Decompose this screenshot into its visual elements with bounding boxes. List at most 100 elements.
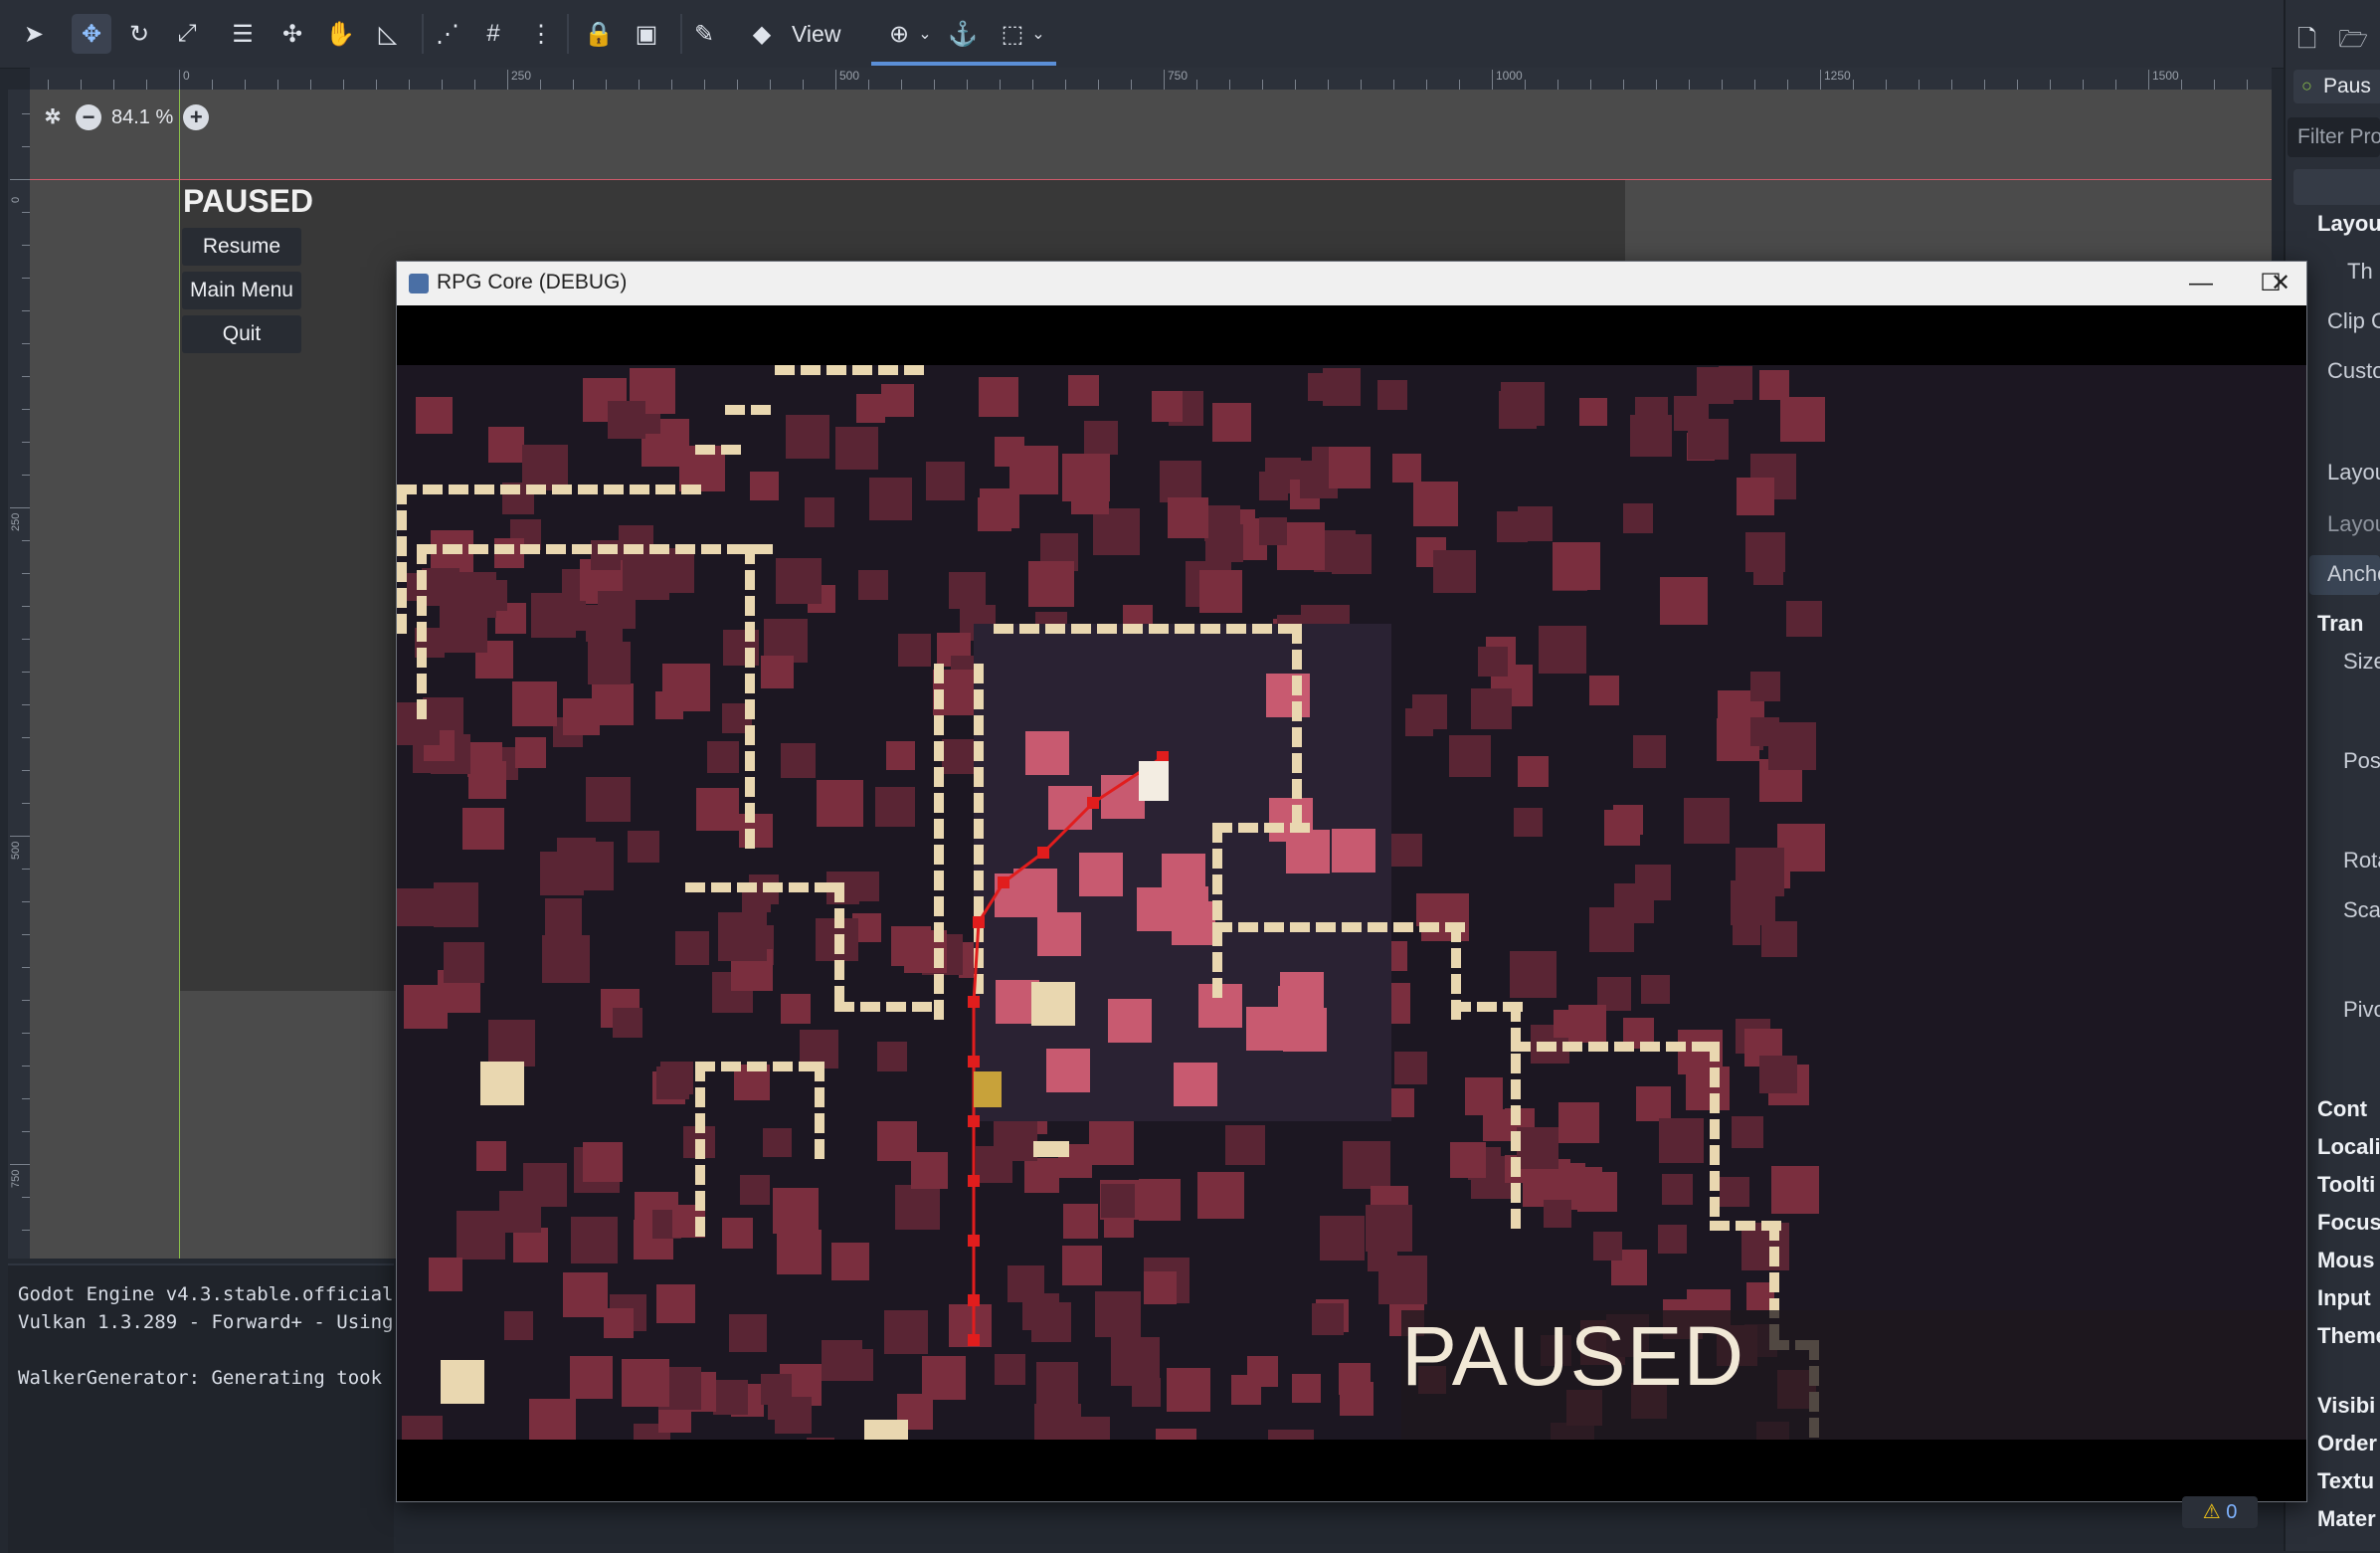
ruler-mode-icon[interactable]: ◺ <box>368 14 408 54</box>
wall-segment <box>974 689 984 709</box>
anchor-icon[interactable]: ⚓ <box>943 14 983 54</box>
inspector-property[interactable]: Size <box>2343 649 2380 675</box>
game-debug-window[interactable]: RPG Core (DEBUG) — ☐ ✕ PAUSED <box>396 261 2307 1502</box>
wall-segment <box>1238 922 1258 932</box>
inspector-property[interactable]: Rota <box>2343 848 2380 874</box>
container-sizing-icon[interactable]: ⬚ <box>993 14 1032 54</box>
inspector-property[interactable]: Mous <box>2317 1248 2374 1273</box>
view-menu[interactable]: View <box>792 14 840 54</box>
smart-snap-icon[interactable]: ⋰ <box>428 14 467 54</box>
inspector-property[interactable]: Toolti <box>2317 1172 2375 1198</box>
floor-tile <box>1101 1184 1135 1218</box>
filter-properties-input[interactable]: Filter Pro <box>2288 117 2380 157</box>
wall-segment <box>745 829 755 849</box>
wall-segment <box>745 544 755 564</box>
inspector-property[interactable]: Custo <box>2327 358 2380 384</box>
close-icon[interactable]: ✕ <box>2261 268 2300 299</box>
inspector-property[interactable]: Layou <box>2317 211 2380 237</box>
new-resource-icon[interactable]: 🗋 <box>2297 22 2316 63</box>
window-titlebar[interactable]: RPG Core (DEBUG) — ☐ ✕ <box>397 262 2306 305</box>
grid-snap-icon[interactable]: # <box>473 14 513 54</box>
warnings-badge[interactable]: ⚠ 0 <box>2182 1496 2258 1528</box>
zoom-out-icon[interactable]: − <box>76 104 101 130</box>
pan-mode-icon[interactable]: ✋ <box>320 14 360 54</box>
inspector-property[interactable]: Textu <box>2317 1468 2374 1494</box>
group-icon[interactable]: ▣ <box>627 14 666 54</box>
quit-button[interactable]: Quit <box>182 315 301 353</box>
floor-tile <box>1684 798 1730 844</box>
scale-mode-icon[interactable]: ⤢ <box>167 14 207 54</box>
ruler-tick <box>868 80 869 90</box>
inspector-property[interactable]: Th <box>2347 259 2373 285</box>
floor-tile <box>898 634 931 667</box>
inspector-property[interactable]: Layou <box>2327 511 2380 537</box>
inspector-property[interactable]: Scal <box>2343 897 2380 923</box>
skeleton-icon[interactable]: ✎ <box>684 14 724 54</box>
floor-tile <box>713 1380 748 1415</box>
inspector-property[interactable]: Tran <box>2317 611 2363 637</box>
selectable-list-icon[interactable]: ☰ <box>223 14 263 54</box>
center-view-icon[interactable]: ✲ <box>40 104 66 130</box>
horizontal-ruler[interactable]: 0 250 500 750 1000 1250 1500 <box>30 68 2272 91</box>
inspector-property[interactable]: Pivo <box>2343 997 2380 1023</box>
floor-tile <box>1659 1118 1704 1163</box>
inspector-property[interactable]: Ancho <box>2327 561 2380 587</box>
wall-segment <box>934 664 944 683</box>
ruler-tick <box>277 80 278 90</box>
wall-segment <box>494 544 514 554</box>
inspector-property[interactable]: Layou <box>2327 460 2380 485</box>
inspector-property[interactable]: Visibi <box>2317 1393 2375 1419</box>
minimize-icon[interactable]: — <box>2181 268 2221 299</box>
ruler-tick <box>1262 80 1263 90</box>
wall-segment <box>423 485 443 494</box>
inspector-property[interactable]: Posi <box>2343 748 2380 774</box>
snap-options-icon[interactable]: ⋮ <box>521 14 561 54</box>
inspected-node[interactable]: ○ Paus <box>2293 70 2380 103</box>
ruler-tick <box>1820 80 1821 90</box>
floor-tile <box>835 427 878 470</box>
resume-button[interactable]: Resume <box>182 228 301 266</box>
rotate-mode-icon[interactable]: ↻ <box>119 14 159 54</box>
vertical-ruler[interactable]: 0 250 500 750 <box>8 90 31 1259</box>
chevron-down-icon[interactable]: ⌄ <box>915 14 935 54</box>
ruler-tick <box>22 507 30 508</box>
floor-tile <box>513 1228 548 1262</box>
game-viewport[interactable] <box>397 365 2306 1440</box>
floor-tile <box>586 777 631 822</box>
ruler-label: 1000 <box>1496 69 1523 83</box>
inspector-property[interactable]: Cont <box>2317 1096 2367 1122</box>
chevron-down-icon[interactable]: ⌄ <box>1028 14 1048 54</box>
inspector-property[interactable]: Mater <box>2317 1506 2376 1532</box>
floor-tile <box>604 1308 634 1338</box>
inspector-property[interactable]: Input <box>2317 1285 2371 1311</box>
pivot-mode-icon[interactable]: ✣ <box>273 14 312 54</box>
floor-tile <box>1022 1293 1059 1330</box>
camera-override-icon[interactable]: ◆ <box>742 14 782 54</box>
zoom-in-icon[interactable]: + <box>183 104 210 130</box>
ruler-tick <box>770 80 771 90</box>
wall-segment <box>974 741 984 761</box>
inspector-field[interactable] <box>2293 169 2380 205</box>
wall-segment <box>572 544 592 554</box>
inspector-property[interactable]: Focus <box>2317 1210 2380 1236</box>
open-folder-icon[interactable]: 🗁 <box>2338 22 2368 63</box>
floor-tile <box>1636 1086 1671 1121</box>
ruler-label: 0 <box>10 196 22 203</box>
lock-icon[interactable]: 🔒 <box>579 14 619 54</box>
ruler-tick <box>22 737 30 738</box>
wall-segment <box>974 715 984 735</box>
zoom-level[interactable]: 84.1 % <box>111 106 173 129</box>
select-mode-icon[interactable]: ➤ <box>14 14 54 54</box>
move-mode-icon[interactable]: ✥ <box>72 14 111 54</box>
wall-segment <box>721 445 741 455</box>
ruler-tick <box>1328 80 1329 90</box>
main-menu-button[interactable]: Main Menu <box>182 272 301 309</box>
inspector-property[interactable]: Theme <box>2317 1323 2380 1349</box>
inspector-property[interactable]: Order <box>2317 1431 2377 1456</box>
inspector-property[interactable]: Clip C <box>2327 308 2380 334</box>
wall-segment <box>1477 1002 1497 1012</box>
add-anchor-icon[interactable]: ⊕ <box>879 14 919 54</box>
floor-tile <box>1518 506 1553 541</box>
inspector-property[interactable]: Locali <box>2317 1134 2380 1160</box>
floor-tile <box>1421 893 1469 941</box>
